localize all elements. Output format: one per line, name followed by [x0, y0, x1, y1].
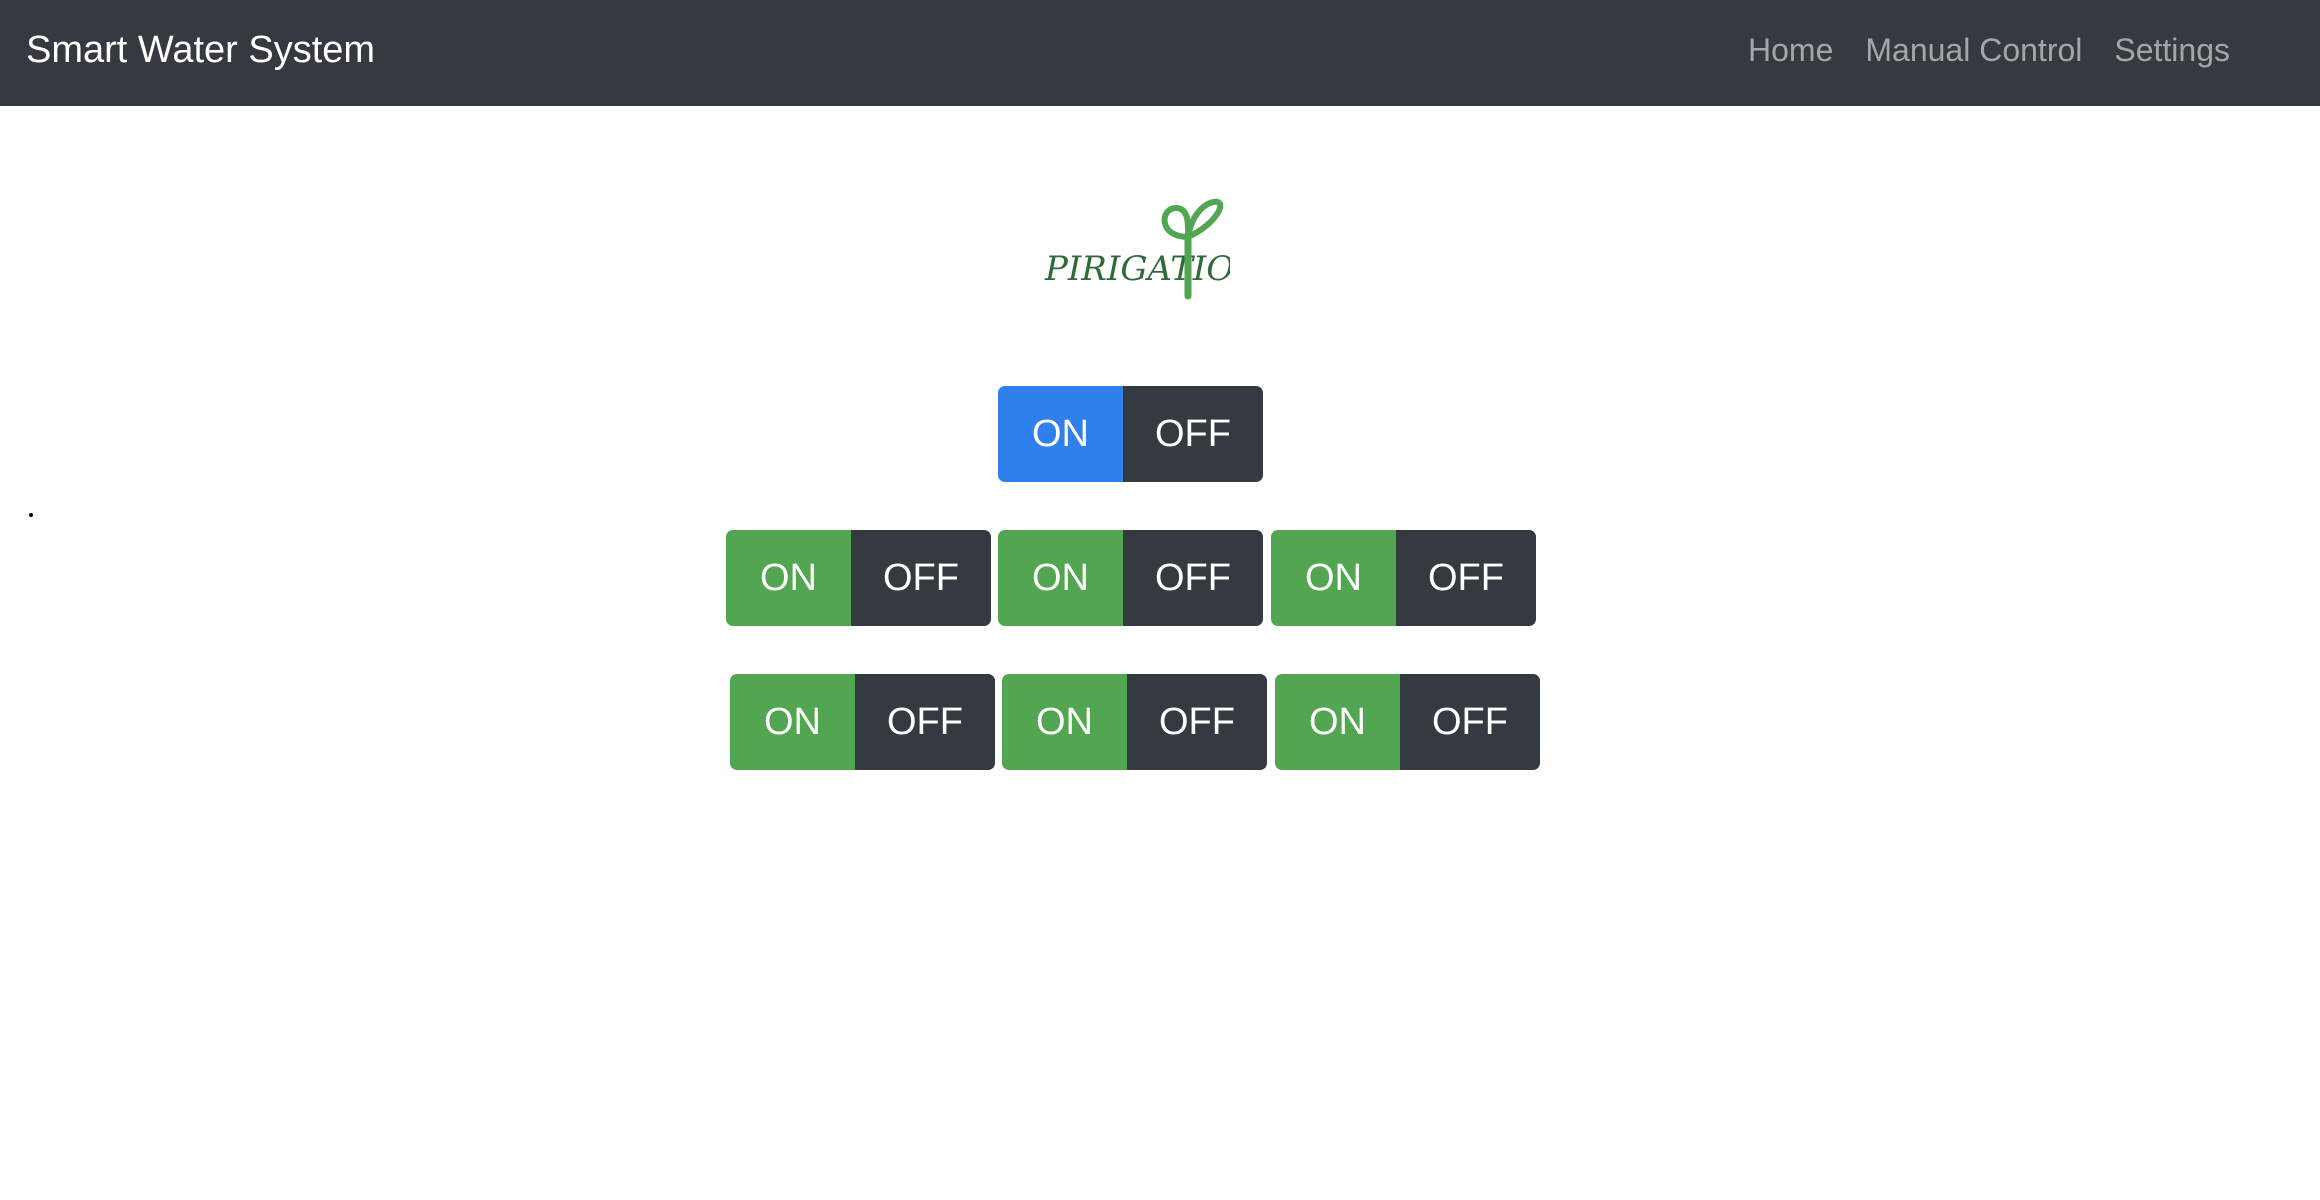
nav-link-settings[interactable]: Settings	[2114, 28, 2230, 72]
zone-6-off-button[interactable]: OFF	[1400, 674, 1540, 770]
zone-3-on-button[interactable]: ON	[1271, 530, 1396, 626]
master-switch: ON OFF	[998, 386, 1263, 482]
zone-2-off-button[interactable]: OFF	[1123, 530, 1263, 626]
zone-5-off-button[interactable]: OFF	[1127, 674, 1267, 770]
zone-1-on-button[interactable]: ON	[726, 530, 851, 626]
zone-5-on-button[interactable]: ON	[1002, 674, 1127, 770]
zone-switch-2: ON OFF	[998, 530, 1263, 626]
navbar: Smart Water System Home Manual Control S…	[0, 0, 2320, 106]
zone-3-off-button[interactable]: OFF	[1396, 530, 1536, 626]
nav-link-home[interactable]: Home	[1748, 28, 1833, 72]
zone-switch-5: ON OFF	[1002, 674, 1267, 770]
zone-1-off-button[interactable]: OFF	[851, 530, 991, 626]
zone-switch-4: ON OFF	[730, 674, 995, 770]
nav-link-manual-control[interactable]: Manual Control	[1865, 28, 2082, 72]
zone-2-on-button[interactable]: ON	[998, 530, 1123, 626]
sprout-icon: PIRIGATION	[1044, 198, 1265, 300]
master-off-button[interactable]: OFF	[1123, 386, 1263, 482]
pirigation-logo: PIRIGATION	[1040, 192, 1265, 302]
master-on-button[interactable]: ON	[998, 386, 1123, 482]
zone-switch-1: ON OFF	[726, 530, 991, 626]
nav-links: Home Manual Control Settings	[1748, 28, 2230, 72]
zone-4-on-button[interactable]: ON	[730, 674, 855, 770]
brand-link[interactable]: Smart Water System	[26, 27, 375, 73]
logo-wordmark: PIRIGATION	[1044, 249, 1230, 289]
zone-6-on-button[interactable]: ON	[1275, 674, 1400, 770]
stray-dot	[29, 513, 33, 517]
zone-switch-3: ON OFF	[1271, 530, 1536, 626]
zone-4-off-button[interactable]: OFF	[855, 674, 995, 770]
zone-switch-6: ON OFF	[1275, 674, 1540, 770]
